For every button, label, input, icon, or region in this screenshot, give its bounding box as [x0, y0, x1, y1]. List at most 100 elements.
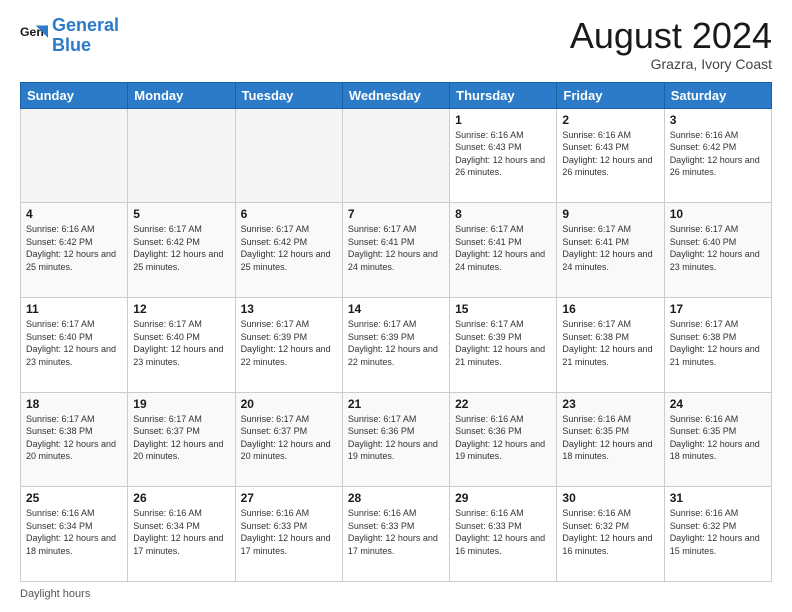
logo-icon: Gen [20, 22, 48, 50]
day-info: Sunrise: 6:17 AM Sunset: 6:41 PM Dayligh… [562, 223, 658, 273]
calendar-day-23: 23 Sunrise: 6:16 AM Sunset: 6:35 PM Dayli… [557, 392, 664, 487]
logo-blue: Blue [52, 36, 119, 56]
calendar-day-28: 28 Sunrise: 6:16 AM Sunset: 6:33 PM Dayli… [342, 487, 449, 582]
calendar-week-1: 4Sunrise: 6:16 AM Sunset: 6:42 PM Daylig… [21, 203, 772, 298]
calendar-week-3: 18 Sunrise: 6:17 AM Sunset: 6:38 PM Dayli… [21, 392, 772, 487]
day-info: Sunrise: 6:16 AM Sunset: 6:43 PM Dayligh… [455, 129, 551, 179]
day-number: 1 [455, 113, 551, 127]
day-info: Sunrise: 6:17 AM Sunset: 6:39 PM Dayligh… [455, 318, 551, 368]
day-info: Sunrise: 6:17 AM Sunset: 6:39 PM Dayligh… [348, 318, 444, 368]
calendar-day-empty [235, 108, 342, 203]
calendar-week-0: 1 Sunrise: 6:16 AM Sunset: 6:43 PM Daylig… [21, 108, 772, 203]
day-number: 15 [455, 302, 551, 316]
day-info: Sunrise: 6:17 AM Sunset: 6:38 PM Dayligh… [670, 318, 766, 368]
title-block: August 2024 Grazra, Ivory Coast [570, 16, 772, 72]
day-info: Sunrise: 6:16 AM Sunset: 6:34 PM Dayligh… [133, 507, 229, 557]
calendar-day-30: 30Sunrise: 6:16 AM Sunset: 6:32 PM Dayli… [557, 487, 664, 582]
day-number: 22 [455, 397, 551, 411]
day-info: Sunrise: 6:16 AM Sunset: 6:33 PM Dayligh… [348, 507, 444, 557]
weekday-header-friday: Friday [557, 82, 664, 108]
day-info: Sunrise: 6:17 AM Sunset: 6:40 PM Dayligh… [133, 318, 229, 368]
day-number: 14 [348, 302, 444, 316]
day-info: Sunrise: 6:17 AM Sunset: 6:42 PM Dayligh… [241, 223, 337, 273]
day-number: 28 [348, 491, 444, 505]
day-number: 11 [26, 302, 122, 316]
weekday-header-wednesday: Wednesday [342, 82, 449, 108]
day-info: Sunrise: 6:17 AM Sunset: 6:36 PM Dayligh… [348, 413, 444, 463]
day-info: Sunrise: 6:17 AM Sunset: 6:40 PM Dayligh… [26, 318, 122, 368]
calendar-day-empty [128, 108, 235, 203]
day-info: Sunrise: 6:17 AM Sunset: 6:37 PM Dayligh… [241, 413, 337, 463]
day-number: 29 [455, 491, 551, 505]
day-number: 31 [670, 491, 766, 505]
day-info: Sunrise: 6:17 AM Sunset: 6:38 PM Dayligh… [26, 413, 122, 463]
header: Gen General Blue August 2024 Grazra, Ivo… [20, 16, 772, 72]
calendar-day-12: 12 Sunrise: 6:17 AM Sunset: 6:40 PM Dayli… [128, 297, 235, 392]
calendar-day-31: 31 Sunrise: 6:16 AM Sunset: 6:32 PM Dayli… [664, 487, 771, 582]
day-info: Sunrise: 6:17 AM Sunset: 6:40 PM Dayligh… [670, 223, 766, 273]
day-number: 6 [241, 207, 337, 221]
main-title: August 2024 [570, 16, 772, 56]
calendar-day-24: 24 Sunrise: 6:16 AM Sunset: 6:35 PM Dayli… [664, 392, 771, 487]
calendar-day-6: 6 Sunrise: 6:17 AM Sunset: 6:42 PM Daylig… [235, 203, 342, 298]
weekday-header-tuesday: Tuesday [235, 82, 342, 108]
weekday-header-monday: Monday [128, 82, 235, 108]
day-info: Sunrise: 6:17 AM Sunset: 6:38 PM Dayligh… [562, 318, 658, 368]
calendar-week-4: 25 Sunrise: 6:16 AM Sunset: 6:34 PM Dayli… [21, 487, 772, 582]
weekday-header-thursday: Thursday [450, 82, 557, 108]
day-info: Sunrise: 6:17 AM Sunset: 6:41 PM Dayligh… [455, 223, 551, 273]
day-info: Sunrise: 6:16 AM Sunset: 6:42 PM Dayligh… [670, 129, 766, 179]
day-number: 7 [348, 207, 444, 221]
day-info: Sunrise: 6:16 AM Sunset: 6:33 PM Dayligh… [455, 507, 551, 557]
day-number: 19 [133, 397, 229, 411]
day-info: Sunrise: 6:16 AM Sunset: 6:32 PM Dayligh… [670, 507, 766, 557]
calendar-day-29: 29 Sunrise: 6:16 AM Sunset: 6:33 PM Dayli… [450, 487, 557, 582]
weekday-header-saturday: Saturday [664, 82, 771, 108]
day-number: 25 [26, 491, 122, 505]
calendar-day-27: 27 Sunrise: 6:16 AM Sunset: 6:33 PM Dayli… [235, 487, 342, 582]
day-number: 20 [241, 397, 337, 411]
day-number: 21 [348, 397, 444, 411]
day-info: Sunrise: 6:16 AM Sunset: 6:36 PM Dayligh… [455, 413, 551, 463]
logo-text: General Blue [52, 16, 119, 56]
day-info: Sunrise: 6:16 AM Sunset: 6:43 PM Dayligh… [562, 129, 658, 179]
day-number: 3 [670, 113, 766, 127]
calendar-day-20: 20 Sunrise: 6:17 AM Sunset: 6:37 PM Dayli… [235, 392, 342, 487]
day-number: 27 [241, 491, 337, 505]
calendar-day-5: 5 Sunrise: 6:17 AM Sunset: 6:42 PM Daylig… [128, 203, 235, 298]
page: Gen General Blue August 2024 Grazra, Ivo… [0, 0, 792, 612]
calendar-day-19: 19 Sunrise: 6:17 AM Sunset: 6:37 PM Dayli… [128, 392, 235, 487]
calendar-day-4: 4Sunrise: 6:16 AM Sunset: 6:42 PM Daylig… [21, 203, 128, 298]
calendar-day-22: 22 Sunrise: 6:16 AM Sunset: 6:36 PM Dayli… [450, 392, 557, 487]
day-number: 2 [562, 113, 658, 127]
day-info: Sunrise: 6:16 AM Sunset: 6:32 PM Dayligh… [562, 507, 658, 557]
day-number: 24 [670, 397, 766, 411]
calendar-day-empty [342, 108, 449, 203]
calendar-day-17: 17 Sunrise: 6:17 AM Sunset: 6:38 PM Dayli… [664, 297, 771, 392]
day-number: 26 [133, 491, 229, 505]
logo-general: General [52, 15, 119, 35]
day-number: 23 [562, 397, 658, 411]
calendar-day-2: 2 Sunrise: 6:16 AM Sunset: 6:43 PM Daylig… [557, 108, 664, 203]
day-number: 18 [26, 397, 122, 411]
day-number: 9 [562, 207, 658, 221]
day-number: 5 [133, 207, 229, 221]
day-info: Sunrise: 6:16 AM Sunset: 6:35 PM Dayligh… [562, 413, 658, 463]
calendar-day-18: 18 Sunrise: 6:17 AM Sunset: 6:38 PM Dayli… [21, 392, 128, 487]
day-info: Sunrise: 6:17 AM Sunset: 6:42 PM Dayligh… [133, 223, 229, 273]
day-number: 17 [670, 302, 766, 316]
day-info: Sunrise: 6:16 AM Sunset: 6:33 PM Dayligh… [241, 507, 337, 557]
day-info: Sunrise: 6:17 AM Sunset: 6:37 PM Dayligh… [133, 413, 229, 463]
day-number: 8 [455, 207, 551, 221]
calendar-day-9: 9 Sunrise: 6:17 AM Sunset: 6:41 PM Daylig… [557, 203, 664, 298]
day-number: 16 [562, 302, 658, 316]
calendar-day-15: 15 Sunrise: 6:17 AM Sunset: 6:39 PM Dayli… [450, 297, 557, 392]
calendar-day-8: 8 Sunrise: 6:17 AM Sunset: 6:41 PM Daylig… [450, 203, 557, 298]
calendar-day-11: 11 Sunrise: 6:17 AM Sunset: 6:40 PM Dayli… [21, 297, 128, 392]
day-info: Sunrise: 6:16 AM Sunset: 6:35 PM Dayligh… [670, 413, 766, 463]
calendar-day-14: 14 Sunrise: 6:17 AM Sunset: 6:39 PM Dayli… [342, 297, 449, 392]
day-number: 10 [670, 207, 766, 221]
day-number: 12 [133, 302, 229, 316]
calendar-day-21: 21 Sunrise: 6:17 AM Sunset: 6:36 PM Dayli… [342, 392, 449, 487]
calendar-day-16: 16 Sunrise: 6:17 AM Sunset: 6:38 PM Dayli… [557, 297, 664, 392]
